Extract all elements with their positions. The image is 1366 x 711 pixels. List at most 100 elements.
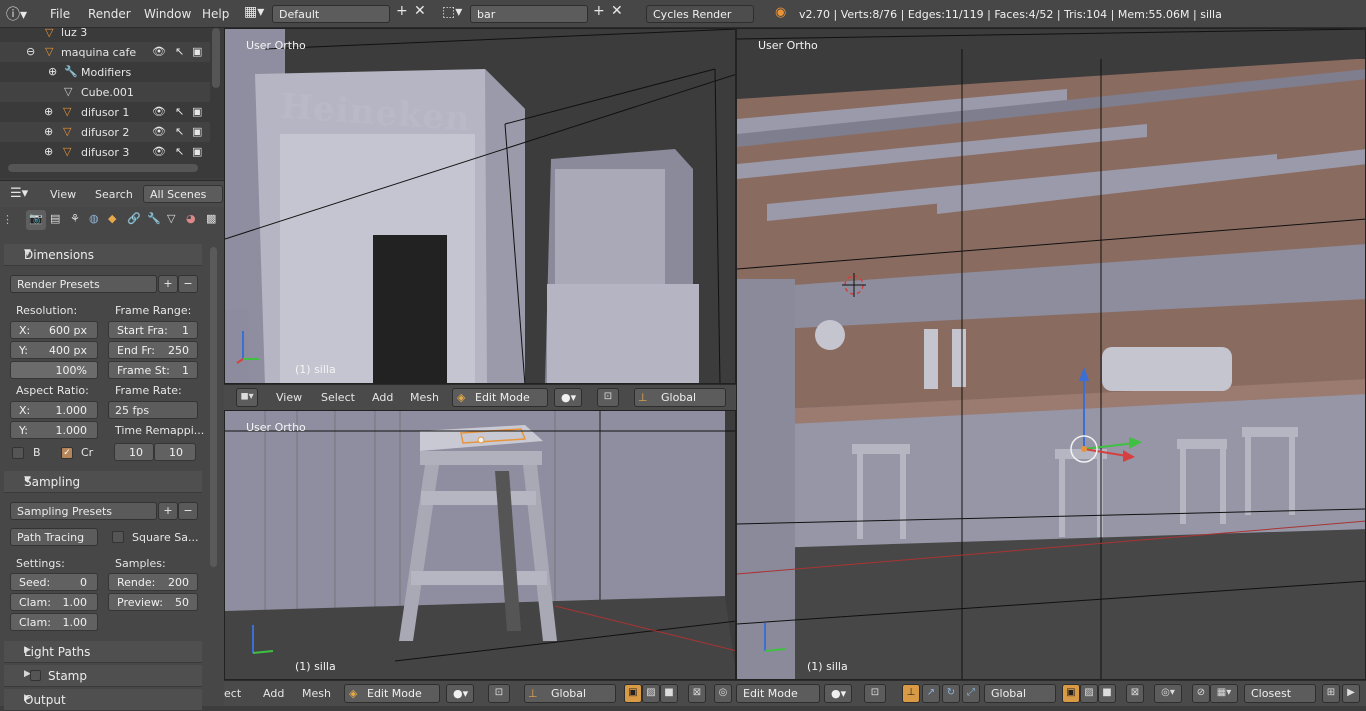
screen-layout-icon[interactable]: ▦▾ — [244, 4, 264, 20]
resolution-percentage-slider[interactable]: 100% — [10, 361, 98, 379]
screen-layout-field[interactable]: Default — [272, 5, 390, 23]
edge-select-icon[interactable]: ▨ — [642, 684, 660, 703]
pivot-point-icon[interactable]: ⊡ — [597, 388, 619, 407]
remove-sampling-preset-button[interactable]: − — [178, 502, 198, 520]
output-panel-header[interactable]: ▶ Output — [4, 689, 202, 711]
outliner-vscrollbar[interactable] — [212, 28, 220, 88]
mode-select[interactable]: Edit Mode — [736, 684, 820, 703]
shading-select[interactable]: ●▾ — [554, 388, 582, 407]
aspect-x-field[interactable]: X: 1.000 — [10, 401, 98, 419]
remove-preset-button[interactable]: − — [178, 275, 198, 293]
menu-mesh[interactable]: Mesh — [410, 391, 439, 404]
constraints-tab-icon[interactable]: 🔗 — [127, 212, 141, 225]
scale-icon[interactable]: ⤢ — [962, 684, 980, 703]
limit-selection-icon[interactable]: ⊠ — [688, 684, 706, 703]
camera-icon[interactable]: ▶ — [1342, 684, 1360, 703]
menu-select[interactable]: Select — [321, 391, 355, 404]
viewport-top-left[interactable]: Heineken User Ortho (1) silla — [224, 28, 736, 384]
mode-select[interactable]: Edit Mode — [344, 684, 440, 703]
mode-select[interactable]: Edit Mode — [452, 388, 548, 407]
vertex-select-icon[interactable]: ▣ — [624, 684, 642, 703]
render-camera-icon[interactable]: ▣ — [192, 105, 202, 118]
outliner-filter-select[interactable]: All Scenes — [143, 185, 223, 203]
select-arrow-icon[interactable]: ↖ — [175, 125, 184, 138]
pivot-point-icon[interactable]: ⊡ — [864, 684, 886, 703]
proportional-edit-icon[interactable]: ◎ — [714, 684, 732, 703]
select-arrow-icon[interactable]: ↖ — [175, 45, 184, 58]
outliner-item[interactable]: ⊕ 🔧 Modifiers — [0, 62, 210, 82]
render-presets-select[interactable]: Render Presets — [10, 275, 157, 293]
square-samples-checkbox[interactable] — [112, 531, 124, 543]
time-remap-new-field[interactable]: 10 — [154, 443, 196, 461]
editor-type-3d-icon[interactable]: ◼▾ — [236, 388, 258, 407]
visibility-eye-icon[interactable]: 👁 — [152, 145, 166, 158]
remove-screen-icon[interactable]: ✕ — [414, 3, 426, 19]
select-arrow-icon[interactable]: ↖ — [175, 145, 184, 158]
resolution-y-field[interactable]: Y: 400 px — [10, 341, 98, 359]
scene-tab-icon[interactable]: ⚘ — [70, 212, 80, 225]
outliner-item[interactable]: ⊖ ▽ maquina cafe 👁 ↖ ▣ — [0, 42, 210, 62]
scene-field[interactable]: bar — [470, 5, 588, 23]
edge-select-icon[interactable]: ▨ — [1080, 684, 1098, 703]
render-camera-icon[interactable]: ▣ — [192, 125, 202, 138]
modifiers-tab-icon[interactable]: 🔧 — [147, 212, 161, 225]
remove-scene-icon[interactable]: ✕ — [611, 3, 623, 19]
expand-icon[interactable]: ⊕ — [48, 65, 57, 78]
clamp-indirect-field[interactable]: Clam: 1.00 — [10, 613, 98, 631]
menu-mesh[interactable]: Mesh — [302, 687, 331, 700]
expand-icon[interactable]: ⊕ — [44, 125, 53, 138]
menu-window[interactable]: Window — [144, 7, 191, 21]
snap-element-icon[interactable]: ▦▾ — [1210, 684, 1238, 703]
object-tab-icon[interactable]: ◆ — [108, 212, 116, 225]
transform-orientation-select[interactable]: Global — [524, 684, 616, 703]
material-tab-icon[interactable]: ◕ — [186, 212, 196, 225]
transform-orientation-select[interactable]: Global — [984, 684, 1056, 703]
world-tab-icon[interactable]: ◍ — [89, 212, 99, 225]
translate-icon[interactable]: ↗ — [922, 684, 940, 703]
frame-start-field[interactable]: Start Fra: 1 — [108, 321, 198, 339]
vertex-select-icon[interactable]: ▣ — [1062, 684, 1080, 703]
preview-samples-field[interactable]: Preview: 50 — [108, 593, 198, 611]
pivot-point-icon[interactable]: ⊡ — [488, 684, 510, 703]
outliner[interactable]: ▽ luz 3 ⊖ ▽ maquina cafe 👁 ↖ ▣ ⊕ 🔧 Modif… — [0, 26, 224, 178]
outliner-menu-search[interactable]: Search — [95, 188, 133, 201]
scene-icon[interactable]: ⬚▾ — [442, 4, 462, 20]
integrator-select[interactable]: Path Tracing — [10, 528, 98, 546]
render-camera-icon[interactable]: ▣ — [192, 45, 202, 58]
render-camera-icon[interactable]: ▣ — [192, 145, 202, 158]
face-select-icon[interactable]: ■ — [660, 684, 678, 703]
stamp-checkbox[interactable] — [30, 670, 41, 681]
expand-icon[interactable]: ⊕ — [44, 145, 53, 158]
menu-help[interactable]: Help — [202, 7, 229, 21]
proportional-edit-icon[interactable]: ◎▾ — [1154, 684, 1182, 703]
manipulator-toggle-icon[interactable]: ⊥ — [902, 684, 920, 703]
border-checkbox[interactable] — [12, 447, 24, 459]
texture-tab-icon[interactable]: ▩ — [206, 212, 216, 225]
add-scene-icon[interactable]: + — [593, 3, 605, 19]
frame-rate-select[interactable]: 25 fps — [108, 401, 198, 419]
select-arrow-icon[interactable]: ↖ — [175, 105, 184, 118]
visibility-eye-icon[interactable]: 👁 — [152, 125, 166, 138]
outliner-menu-view[interactable]: View — [50, 188, 76, 201]
properties-scrollbar[interactable] — [210, 247, 217, 567]
snap-toggle-icon[interactable]: ⊘ — [1192, 684, 1210, 703]
info-editor-icon[interactable]: ⓘ▾ — [6, 4, 27, 24]
visibility-eye-icon[interactable]: 👁 — [152, 45, 166, 58]
transform-orientation-select[interactable]: Global — [634, 388, 726, 407]
data-tab-icon[interactable]: ▽ — [167, 212, 175, 225]
outliner-item[interactable]: ⊕ ▽ difusor 3 👁 ↖ ▣ — [0, 142, 210, 162]
shading-select[interactable]: ●▾ — [446, 684, 474, 703]
menu-add[interactable]: Add — [372, 391, 393, 404]
render-tab-icon[interactable]: 📷 — [26, 210, 46, 230]
outliner-scrollbar[interactable] — [8, 164, 198, 172]
add-sampling-preset-button[interactable]: + — [158, 502, 178, 520]
render-samples-field[interactable]: Rende: 200 — [108, 573, 198, 591]
add-preset-button[interactable]: + — [158, 275, 178, 293]
stamp-panel-header[interactable]: ▶ Stamp — [4, 665, 202, 687]
render-region-icon[interactable]: ⊞ — [1322, 684, 1340, 703]
outliner-item[interactable]: ▽ Cube.001 — [0, 82, 210, 102]
frame-step-field[interactable]: Frame St: 1 — [108, 361, 198, 379]
editor-type-icon[interactable]: ☰▾ — [10, 186, 28, 201]
menu-file[interactable]: File — [50, 7, 70, 21]
sampling-panel-header[interactable]: ▼ Sampling — [4, 471, 202, 493]
